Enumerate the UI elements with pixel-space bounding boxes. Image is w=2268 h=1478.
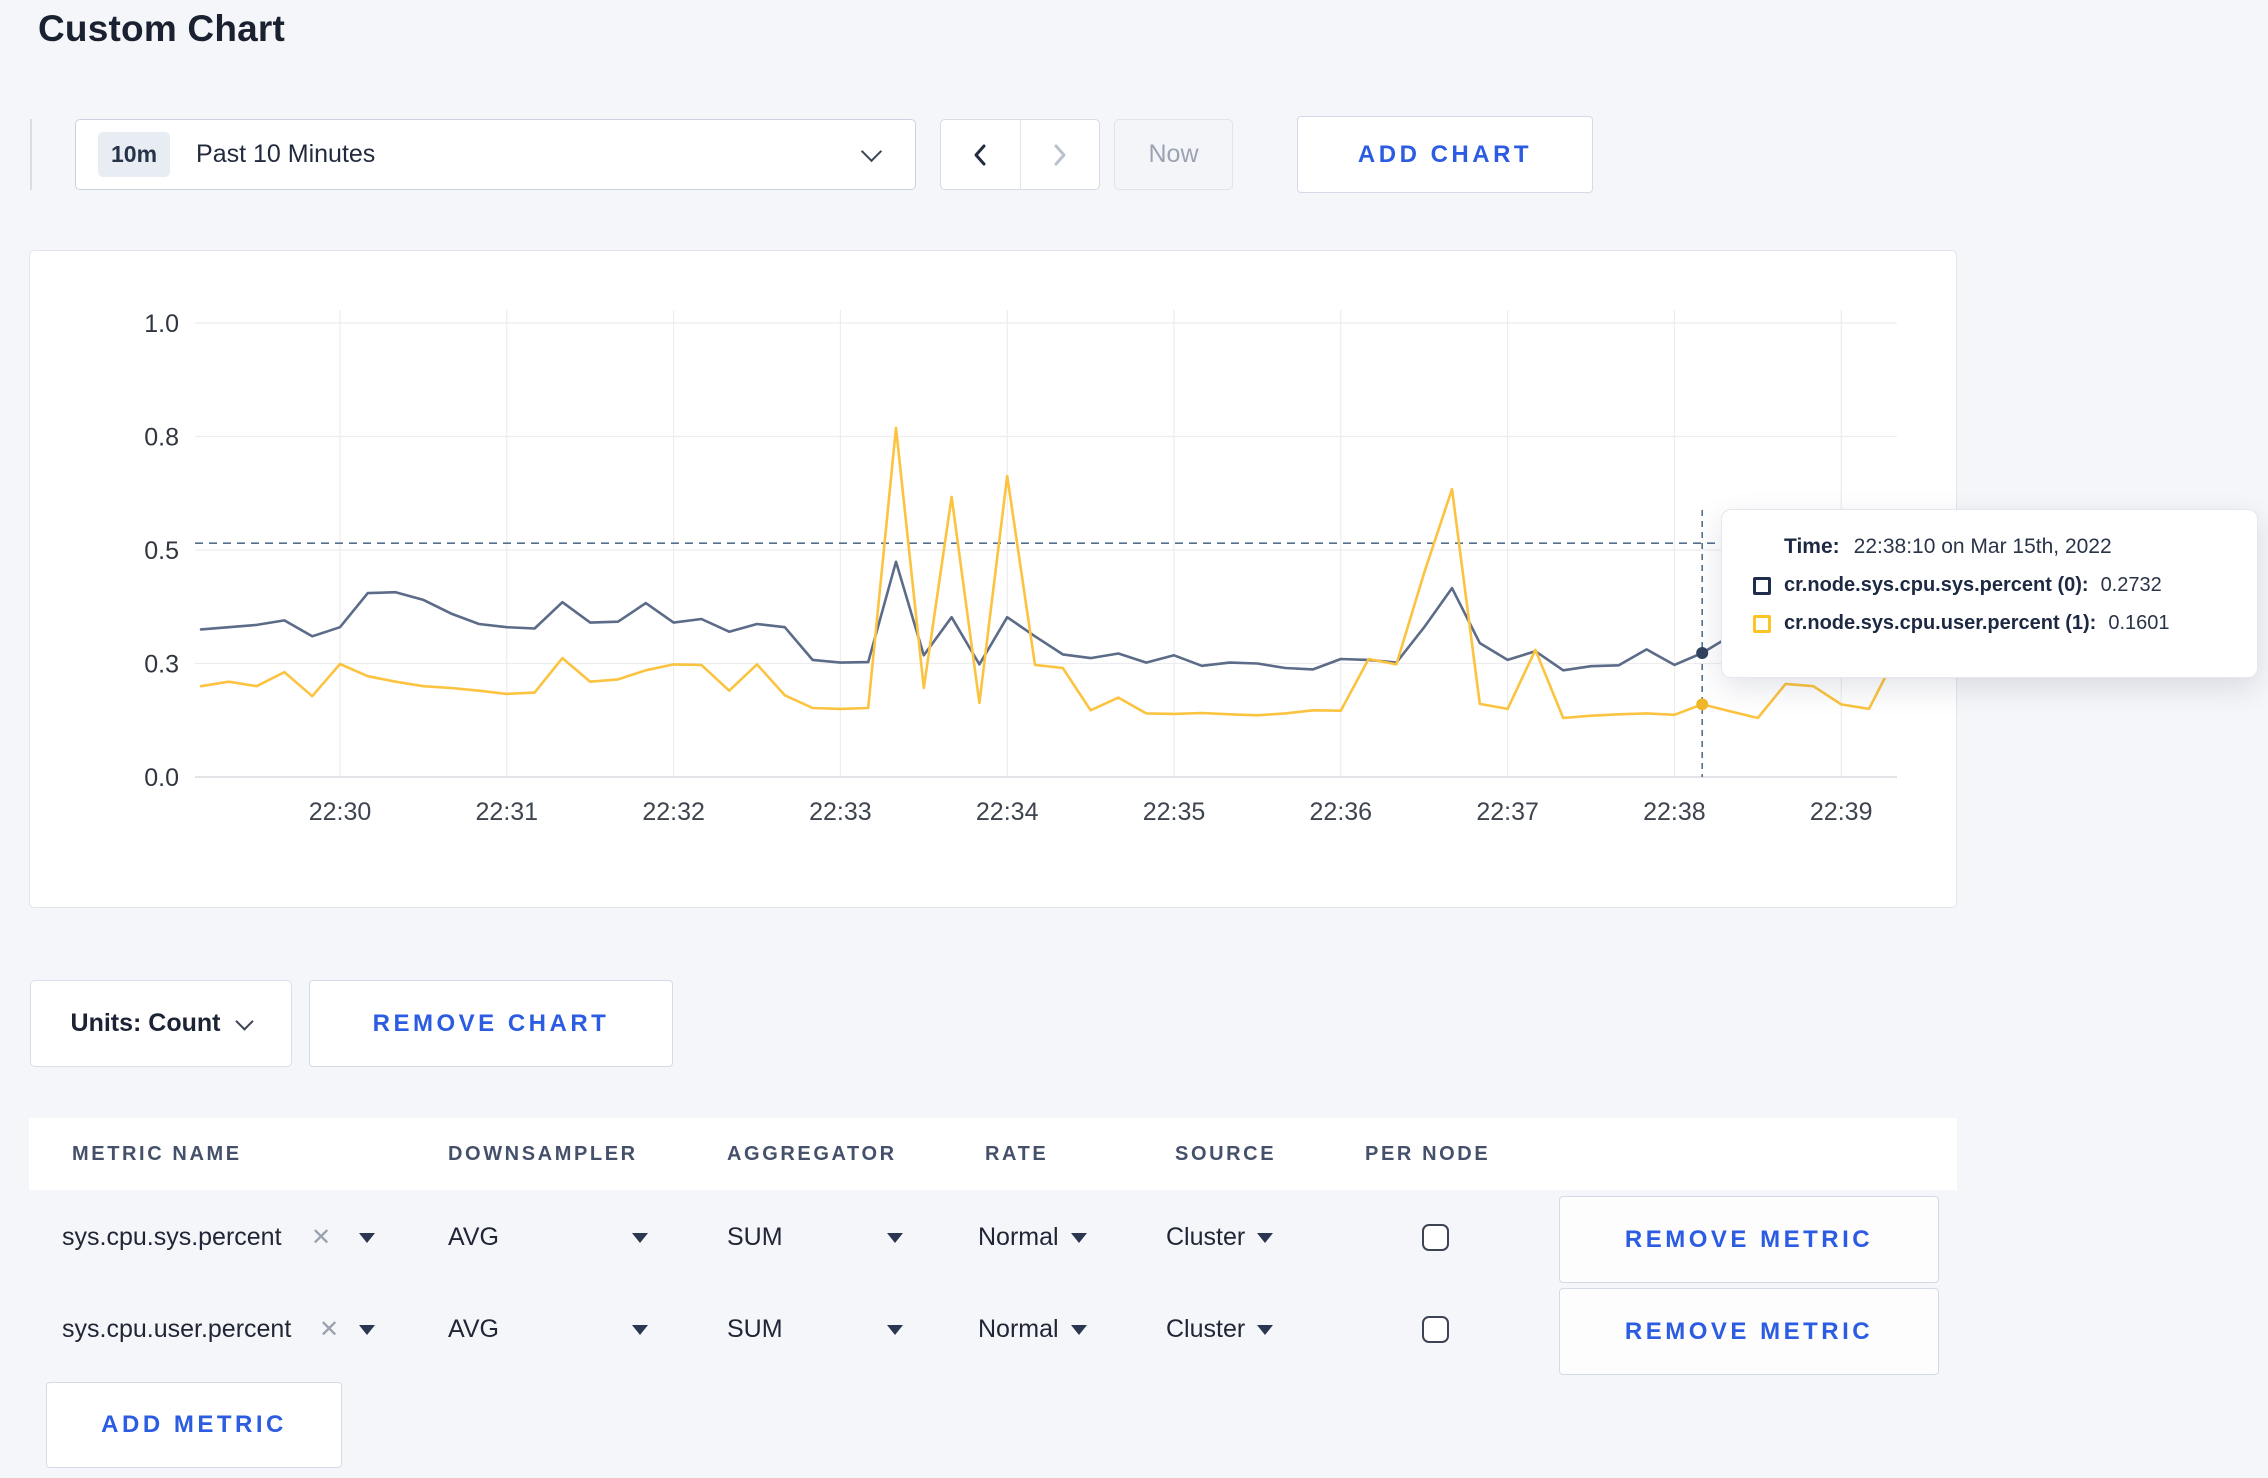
col-header-metric-name: METRIC NAME xyxy=(72,1142,242,1165)
chevron-right-icon xyxy=(1054,144,1066,165)
add-chart-button[interactable]: ADD CHART xyxy=(1297,116,1593,193)
caret-down-icon[interactable] xyxy=(632,1282,648,1377)
chevron-down-icon xyxy=(235,1011,255,1031)
col-header-downsampler: DOWNSAMPLER xyxy=(448,1142,638,1165)
svg-text:0.5: 0.5 xyxy=(144,537,179,565)
svg-text:0.0: 0.0 xyxy=(144,764,179,792)
rate-select[interactable]: Normal xyxy=(978,1282,1087,1377)
now-button[interactable]: Now xyxy=(1114,119,1233,190)
time-pager xyxy=(940,119,1100,190)
tooltip-time-value: 22:38:10 on Mar 15th, 2022 xyxy=(1853,535,2112,558)
tooltip-time-label: Time: xyxy=(1784,535,1840,558)
metric-row: sys.cpu.user.percent ✕ AVG SUM Normal Cl… xyxy=(29,1282,1957,1377)
units-dropdown[interactable]: Units: Count xyxy=(30,980,292,1067)
svg-text:22:39: 22:39 xyxy=(1810,798,1873,826)
per-node-checkbox[interactable] xyxy=(1422,1190,1449,1285)
remove-chart-button[interactable]: REMOVE CHART xyxy=(309,980,673,1067)
downsampler-select[interactable]: AVG xyxy=(448,1282,499,1377)
timeseries-chart[interactable]: 0.0 0.3 0.5 0.8 1.0 22:30 22:31 22:32 22:33 22:34… xyxy=(29,250,1957,908)
col-header-aggregator: AGGREGATOR xyxy=(727,1142,897,1165)
units-label: Units: Count xyxy=(70,1009,221,1037)
aggregator-select[interactable]: SUM xyxy=(727,1282,783,1377)
tooltip-series-row: cr.node.sys.cpu.sys.percent (0): 0.2732 xyxy=(1753,574,2257,597)
source-select[interactable]: Cluster xyxy=(1166,1190,1274,1285)
clear-metric-icon[interactable]: ✕ xyxy=(311,1190,331,1285)
page-title: Custom Chart xyxy=(38,8,286,49)
series-user-legend-swatch-icon xyxy=(1753,614,1771,633)
prev-time-button[interactable] xyxy=(941,120,1020,189)
chevron-left-icon xyxy=(974,144,986,165)
col-header-rate: RATE xyxy=(985,1142,1049,1165)
caret-down-icon[interactable] xyxy=(887,1282,903,1377)
caret-down-icon[interactable] xyxy=(887,1190,903,1285)
svg-text:22:30: 22:30 xyxy=(309,798,372,826)
col-header-source: SOURCE xyxy=(1175,1142,1277,1165)
rate-select[interactable]: Normal xyxy=(978,1190,1087,1285)
col-header-per-node: PER NODE xyxy=(1365,1142,1491,1165)
svg-text:1.0: 1.0 xyxy=(144,310,179,338)
caret-down-icon[interactable] xyxy=(632,1190,648,1285)
metric-row: sys.cpu.sys.percent ✕ AVG SUM Normal Clu… xyxy=(29,1190,1957,1285)
tooltip-series-value: 0.2732 xyxy=(2100,574,2162,596)
toolbar-left-divider xyxy=(30,119,32,190)
chart-hover-tooltip: Time: 22:38:10 on Mar 15th, 2022 cr.node.… xyxy=(1721,509,2258,678)
tooltip-series-name: cr.node.sys.cpu.sys.percent (0): xyxy=(1784,574,2089,596)
metrics-table-header: METRIC NAME DOWNSAMPLER AGGREGATOR RATE … xyxy=(29,1118,1957,1190)
time-window-dropdown[interactable]: 10m Past 10 Minutes xyxy=(75,119,916,190)
remove-metric-button[interactable]: REMOVE METRIC xyxy=(1559,1196,1939,1283)
svg-text:22:37: 22:37 xyxy=(1476,798,1539,826)
svg-text:22:32: 22:32 xyxy=(642,798,705,826)
downsampler-select[interactable]: AVG xyxy=(448,1190,499,1285)
series-sys-legend-swatch-icon xyxy=(1753,576,1771,595)
caret-down-icon[interactable] xyxy=(359,1190,375,1285)
svg-text:22:38: 22:38 xyxy=(1643,798,1706,826)
metric-name-select[interactable]: sys.cpu.user.percent xyxy=(62,1282,291,1377)
svg-text:22:36: 22:36 xyxy=(1310,798,1373,826)
tooltip-series-value: 0.1601 xyxy=(2108,612,2170,634)
tooltip-series-row: cr.node.sys.cpu.user.percent (1): 0.1601 xyxy=(1753,612,2257,635)
caret-down-icon[interactable] xyxy=(359,1282,375,1377)
per-node-checkbox[interactable] xyxy=(1422,1282,1449,1377)
time-window-label: Past 10 Minutes xyxy=(196,140,376,168)
svg-text:22:33: 22:33 xyxy=(809,798,872,826)
time-window-badge: 10m xyxy=(98,132,171,177)
svg-text:22:31: 22:31 xyxy=(476,798,539,826)
tooltip-time-row: Time: 22:38:10 on Mar 15th, 2022 xyxy=(1784,535,2257,559)
remove-metric-button[interactable]: REMOVE METRIC xyxy=(1559,1288,1939,1375)
aggregator-select[interactable]: SUM xyxy=(727,1190,783,1285)
clear-metric-icon[interactable]: ✕ xyxy=(319,1282,339,1377)
metric-name-select[interactable]: sys.cpu.sys.percent xyxy=(62,1190,282,1285)
tooltip-series-name: cr.node.sys.cpu.user.percent (1): xyxy=(1784,612,2097,634)
svg-text:0.3: 0.3 xyxy=(144,651,179,679)
next-time-button[interactable] xyxy=(1019,120,1100,189)
source-select[interactable]: Cluster xyxy=(1166,1282,1274,1377)
chevron-down-icon xyxy=(860,140,883,163)
svg-text:22:34: 22:34 xyxy=(976,798,1039,826)
svg-text:22:35: 22:35 xyxy=(1143,798,1206,826)
svg-text:0.8: 0.8 xyxy=(144,424,179,452)
add-metric-button[interactable]: ADD METRIC xyxy=(46,1382,342,1468)
